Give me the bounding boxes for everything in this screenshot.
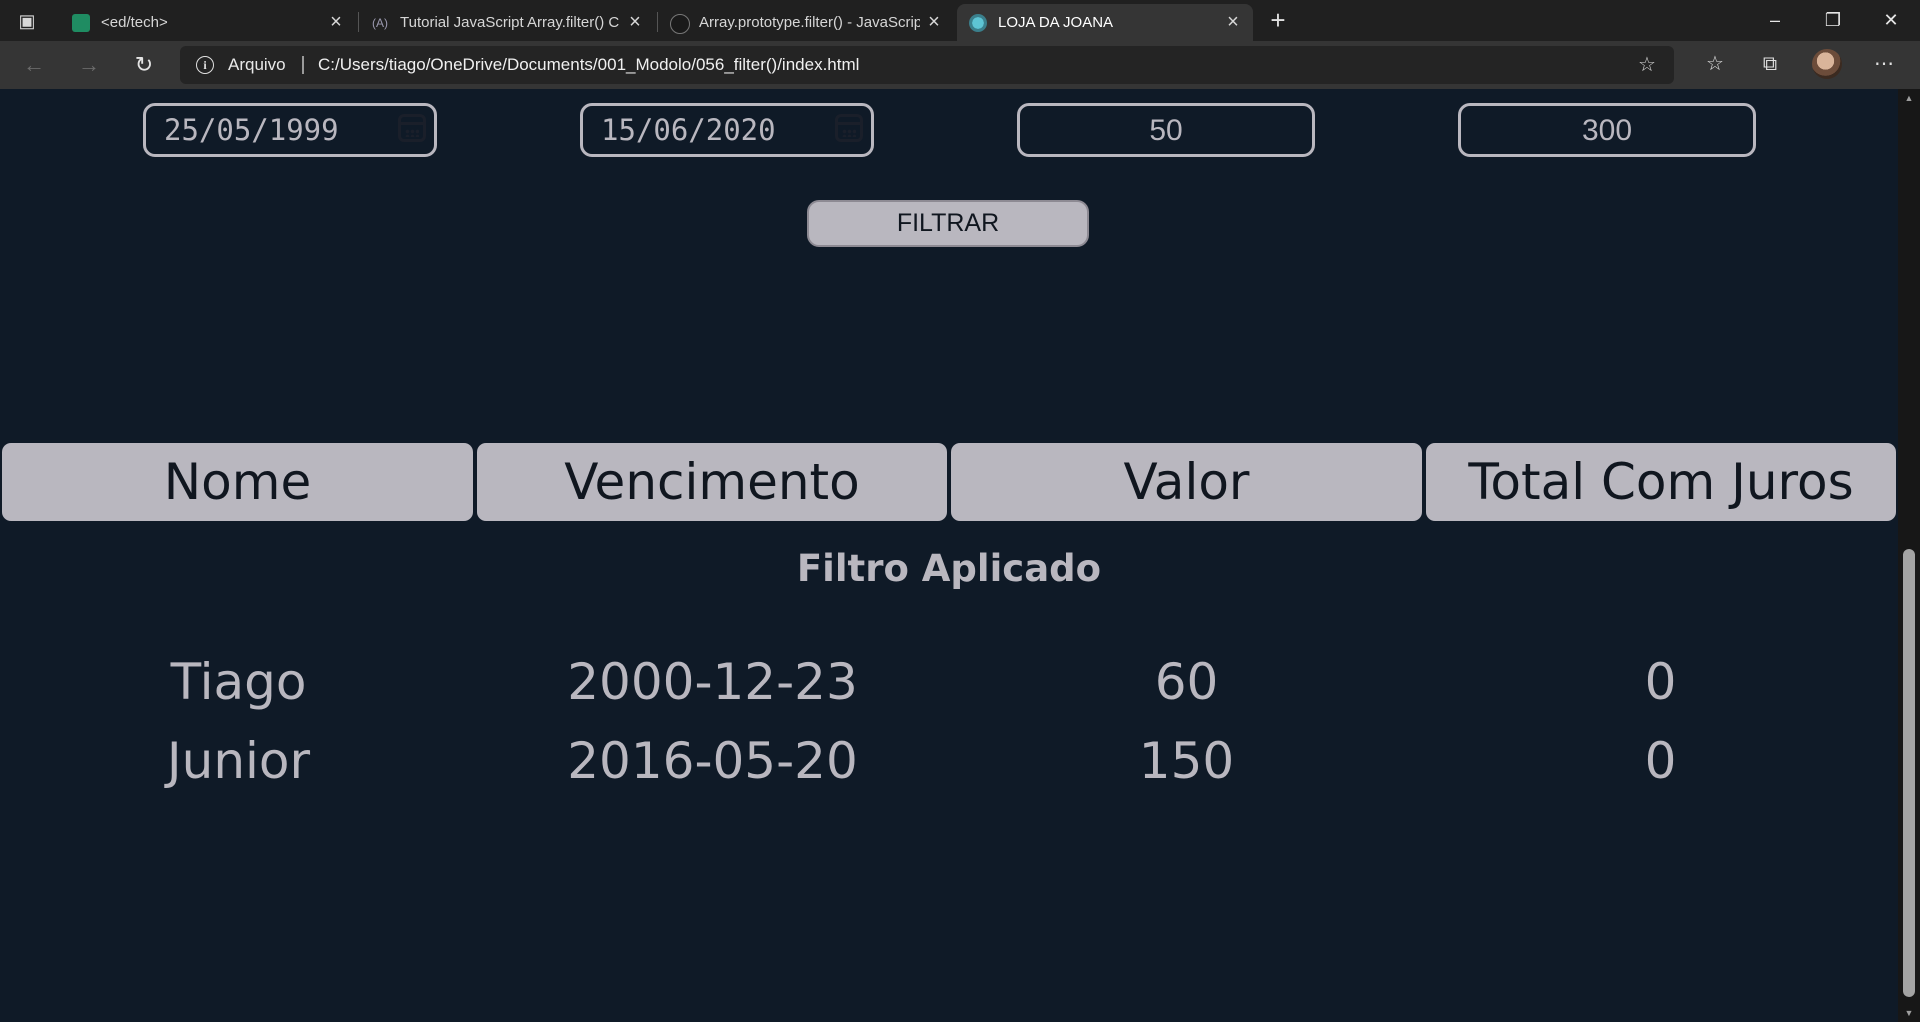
date-to-value: 15/06/2020	[601, 113, 776, 147]
close-window-button[interactable]: ✕	[1868, 0, 1914, 41]
column-header-valor: Valor	[951, 443, 1422, 521]
cell-total-com-juros: 0	[1644, 653, 1677, 711]
close-tab-icon[interactable]: ×	[1223, 4, 1243, 41]
address-bar[interactable]: i Arquivo C:/Users/tiago/OneDrive/Docume…	[180, 46, 1674, 84]
browser-toolbar: ← → ↻ i Arquivo C:/Users/tiago/OneDrive/…	[0, 41, 1920, 89]
scroll-down-arrow-icon[interactable]: ▼	[1904, 1008, 1914, 1018]
add-favorite-icon[interactable]: ☆	[1636, 54, 1658, 76]
cell-total-com-juros: 0	[1644, 732, 1677, 790]
close-tab-icon[interactable]: ×	[924, 4, 944, 41]
tab-mdn[interactable]: Array.prototype.filter() - JavaScrip ×	[658, 4, 954, 41]
new-tab-button[interactable]: +	[1262, 4, 1294, 36]
vertical-scrollbar[interactable]: ▲ ▼	[1898, 89, 1920, 1022]
more-options-icon[interactable]: ⋯	[1869, 49, 1899, 79]
forward-button[interactable]: →	[73, 49, 105, 81]
tab-title: <ed/tech>	[101, 14, 168, 31]
tab-actions-icon[interactable]: ▣	[14, 8, 40, 34]
profile-avatar[interactable]	[1812, 49, 1842, 79]
cell-valor: 60	[1154, 653, 1219, 711]
javascript-favicon-icon: (A)	[372, 16, 388, 30]
url-text[interactable]: C:/Users/tiago/OneDrive/Documents/001_Mo…	[318, 46, 859, 84]
column-header-vencimento: Vencimento	[477, 443, 947, 521]
tab-title: LOJA DA JOANA	[998, 14, 1114, 31]
scroll-up-arrow-icon[interactable]: ▲	[1904, 93, 1914, 103]
scrollbar-thumb[interactable]	[1903, 549, 1915, 997]
cell-vencimento: 2016-05-20	[567, 732, 858, 790]
calendar-icon[interactable]	[398, 114, 426, 142]
tab-tutorial[interactable]: (A) Tutorial JavaScript Array.filter() C…	[359, 4, 655, 41]
cell-vencimento: 2000-12-23	[567, 653, 858, 711]
date-to-input[interactable]: 15/06/2020	[580, 103, 874, 157]
favorites-icon[interactable]: ☆	[1700, 49, 1730, 79]
column-header-nome: Nome	[2, 443, 473, 521]
filter-applied-caption: Filtro Aplicado	[796, 547, 1102, 590]
restore-button[interactable]: ❐	[1810, 0, 1856, 41]
mdn-favicon-icon	[670, 14, 690, 34]
back-button[interactable]: ←	[18, 49, 50, 81]
calendar-icon[interactable]	[835, 114, 863, 142]
column-header-total-com-juros: Total Com Juros	[1426, 443, 1896, 521]
tab-title: Tutorial JavaScript Array.filter() C	[400, 14, 620, 31]
page-content: 25/05/1999 15/06/2020 50 300 FILTRAR Nom…	[0, 89, 1898, 1022]
table-row: Tiago 2000-12-23 60 0	[0, 650, 1898, 714]
cell-valor: 150	[1138, 732, 1235, 790]
tab-title: Array.prototype.filter() - JavaScrip	[699, 14, 920, 31]
info-icon[interactable]: i	[196, 56, 214, 74]
tab-loja-da-joana[interactable]: LOJA DA JOANA ×	[957, 4, 1253, 41]
close-tab-icon[interactable]: ×	[625, 4, 645, 41]
value-max-value: 300	[1581, 114, 1633, 147]
cell-nome: Junior	[166, 732, 311, 790]
tab-edtech[interactable]: <ed/tech> ×	[60, 4, 356, 41]
value-min-value: 50	[1149, 114, 1183, 147]
minimize-button[interactable]: –	[1752, 0, 1798, 41]
address-divider	[302, 56, 304, 74]
browser-tab-strip: ▣ <ed/tech> × (A) Tutorial JavaScript Ar…	[0, 0, 1920, 41]
collections-icon[interactable]: ⧉	[1755, 49, 1785, 79]
filter-button[interactable]: FILTRAR	[807, 200, 1089, 247]
date-from-input[interactable]: 25/05/1999	[143, 103, 437, 157]
reload-button[interactable]: ↻	[128, 49, 160, 81]
table-row: Junior 2016-05-20 150 0	[0, 729, 1898, 793]
value-max-input[interactable]: 300	[1458, 103, 1756, 157]
cell-nome: Tiago	[170, 653, 307, 711]
date-from-value: 25/05/1999	[164, 113, 339, 147]
close-tab-icon[interactable]: ×	[326, 4, 346, 41]
loja-favicon-icon	[969, 14, 987, 32]
value-min-input[interactable]: 50	[1017, 103, 1315, 157]
edtech-favicon-icon	[72, 14, 90, 32]
address-scheme-label: Arquivo	[228, 55, 286, 74]
